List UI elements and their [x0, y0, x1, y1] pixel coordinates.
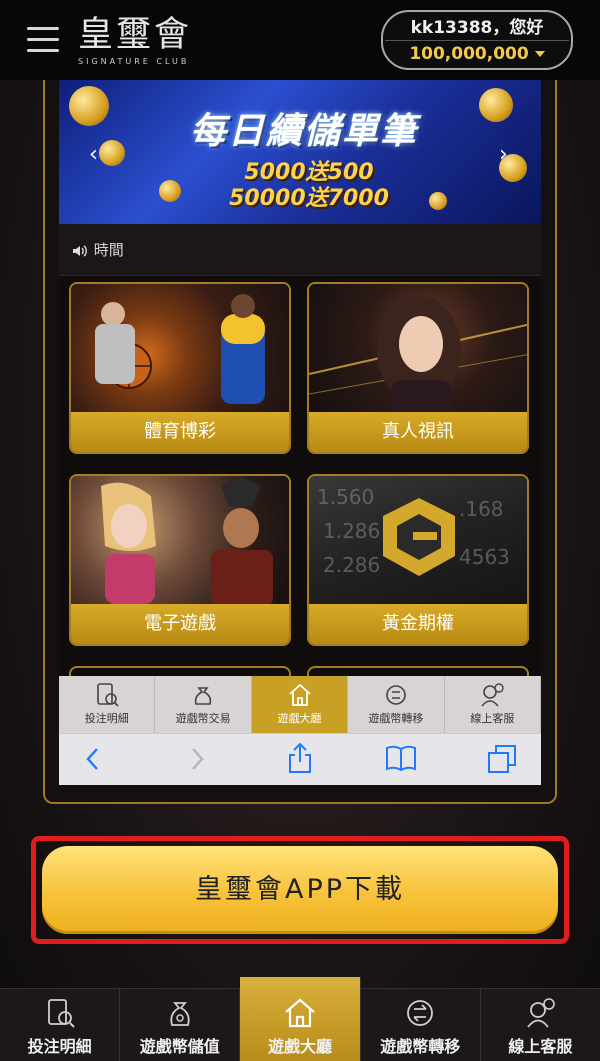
tab-label: 遊戲幣交易	[175, 712, 231, 725]
tab-game-lobby[interactable]: 遊戲大廳	[251, 676, 349, 733]
svg-text:4563: 4563	[459, 545, 510, 569]
banner-title: 每日續儲單筆	[189, 111, 418, 152]
app-download-button[interactable]: 皇璽會APP下載	[42, 846, 558, 934]
tab-label: 線上客服	[470, 712, 515, 725]
balance-value: 100,000,000	[409, 44, 529, 64]
tab-label: 遊戲幣轉移	[368, 712, 424, 725]
forward-arrow-icon[interactable]	[187, 746, 207, 772]
gold-options-artwork: 1.560 1.286 2.286 .168 4563	[309, 476, 527, 604]
tab-coin-transfer[interactable]: 遊戲幣轉移	[348, 676, 445, 733]
banner-offer-2: 50000送7000	[229, 186, 389, 211]
nav-coin-transfer[interactable]: 遊戲幣轉移	[361, 989, 481, 1061]
account-panel[interactable]: kk13388，您好 100,000,000	[381, 10, 573, 70]
phone-screen: ‹ › 每日續儲單筆 5000送500 50000送7000 時間 體育博彩 真…	[59, 80, 541, 785]
notice-text: 時間	[93, 241, 124, 259]
banner-next-icon[interactable]: ›	[499, 142, 508, 167]
game-tile-live-casino[interactable]: 真人視訊	[307, 282, 529, 454]
transfer-icon	[407, 1000, 434, 1026]
tile-label: 體育博彩	[71, 412, 289, 452]
nav-label: 遊戲大廳	[268, 1037, 333, 1056]
tab-bet-details[interactable]: 投注明細	[59, 676, 156, 733]
home-icon	[285, 998, 315, 1028]
tile-label: 黃金期權	[309, 604, 527, 644]
caret-down-icon	[534, 51, 545, 57]
game-tile-gold-options[interactable]: 1.560 1.286 2.286 .168 4563 黃金期權	[307, 474, 529, 646]
logo-subtitle: SIGNATURE CLUB	[78, 57, 190, 66]
svg-text:1.560: 1.560	[317, 485, 374, 509]
bookmarks-icon[interactable]	[385, 744, 417, 772]
tab-coin-trade[interactable]: 遊戲幣交易	[155, 676, 252, 733]
balance-dropdown[interactable]: 100,000,000	[385, 40, 569, 66]
nav-game-lobby[interactable]: 遊戲大廳	[240, 977, 361, 1061]
transfer-icon	[386, 685, 406, 705]
bottom-nav: 投注明細 遊戲幣儲值 遊戲大廳 遊戲幣轉移 線上客服	[0, 977, 600, 1061]
tile-label: 真人視訊	[309, 412, 527, 452]
sports-artwork	[71, 284, 289, 412]
bet-details-icon	[96, 683, 119, 707]
nav-bet-details[interactable]: 投注明細	[0, 989, 121, 1061]
support-agent-icon	[481, 683, 505, 707]
top-header: 皇璽會 SIGNATURE CLUB kk13388，您好 100,000,00…	[0, 0, 600, 80]
username-greeting: kk13388，您好	[410, 18, 544, 38]
slots-artwork	[71, 476, 289, 606]
nav-label: 投注明細	[27, 1037, 92, 1056]
tabs-icon[interactable]	[487, 744, 517, 774]
banner-prev-icon[interactable]: ‹	[89, 142, 98, 167]
notice-bar: 時間	[59, 224, 541, 276]
game-tile-slots[interactable]: 電子遊戲	[69, 474, 291, 646]
tab-label: 遊戲大廳	[277, 712, 322, 725]
tile-label: 電子遊戲	[71, 604, 289, 644]
nav-coin-deposit[interactable]: 遊戲幣儲值	[120, 989, 241, 1061]
svg-text:2.286: 2.286	[323, 553, 380, 577]
nav-label: 線上客服	[508, 1037, 573, 1056]
tab-online-support[interactable]: 線上客服	[445, 676, 541, 733]
phone-frame: ‹ › 每日續儲單筆 5000送500 50000送7000 時間 體育博彩 真…	[43, 80, 557, 804]
app-tab-bar: 投注明細 遊戲幣交易 遊戲大廳 遊戲幣轉移 線上客服	[59, 676, 541, 733]
money-bag-icon	[194, 687, 212, 705]
speaker-icon	[73, 244, 87, 257]
bet-details-icon	[47, 999, 75, 1028]
menu-icon[interactable]	[27, 27, 59, 53]
tab-label: 投注明細	[84, 712, 129, 725]
nav-label: 遊戲幣轉移	[380, 1037, 461, 1056]
svg-text:.168: .168	[459, 497, 504, 521]
money-bag-icon	[170, 1002, 190, 1026]
svg-text:1.286: 1.286	[323, 519, 380, 543]
nav-label: 遊戲幣儲值	[139, 1037, 220, 1056]
share-icon[interactable]	[287, 742, 313, 774]
game-tile-sports[interactable]: 體育博彩	[69, 282, 291, 454]
home-icon	[288, 683, 311, 706]
nav-online-support[interactable]: 線上客服	[481, 989, 600, 1061]
support-agent-icon	[527, 998, 556, 1028]
back-arrow-icon[interactable]	[83, 746, 103, 772]
logo-text: 皇璽會	[78, 15, 193, 55]
live-casino-artwork	[309, 284, 527, 420]
browser-toolbar	[59, 733, 541, 785]
promo-banner[interactable]: ‹ › 每日續儲單筆 5000送500 50000送7000	[59, 80, 541, 224]
logo[interactable]: 皇璽會 SIGNATURE CLUB	[78, 14, 198, 72]
